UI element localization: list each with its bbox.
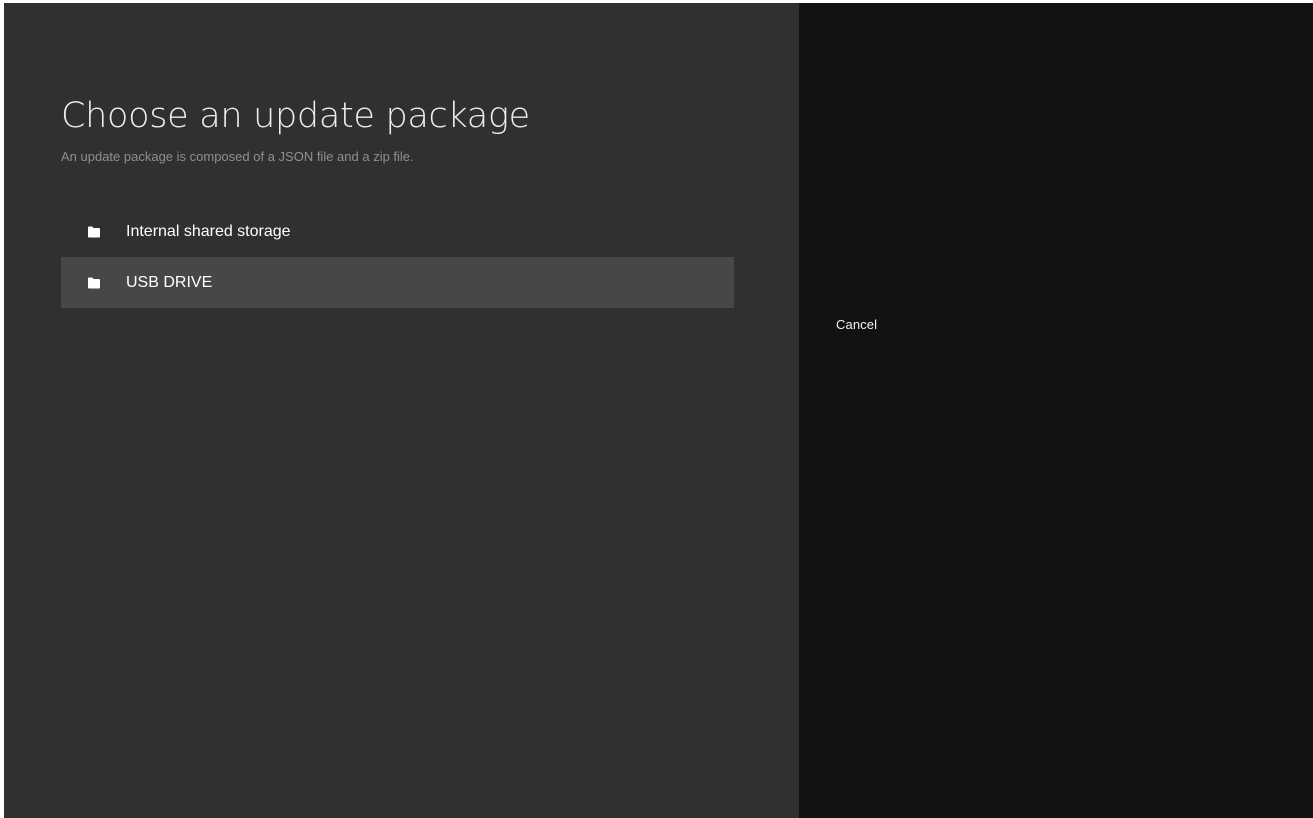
storage-list: Internal shared storage USB DRIVE [61, 206, 734, 308]
storage-item-internal[interactable]: Internal shared storage [61, 206, 734, 257]
content-pane: Choose an update package An update packa… [4, 3, 799, 818]
cancel-button[interactable]: Cancel [836, 317, 877, 332]
storage-item-label: USB DRIVE [126, 273, 213, 291]
folder-icon [87, 226, 101, 238]
storage-item-label: Internal shared storage [126, 222, 291, 240]
page-title: Choose an update package [61, 96, 530, 136]
folder-icon [87, 277, 101, 289]
actions-pane: Cancel [799, 3, 1313, 818]
page-subtitle: An update package is composed of a JSON … [61, 149, 414, 164]
update-dialog: Choose an update package An update packa… [4, 3, 1313, 818]
storage-item-usb-drive[interactable]: USB DRIVE [61, 257, 734, 308]
